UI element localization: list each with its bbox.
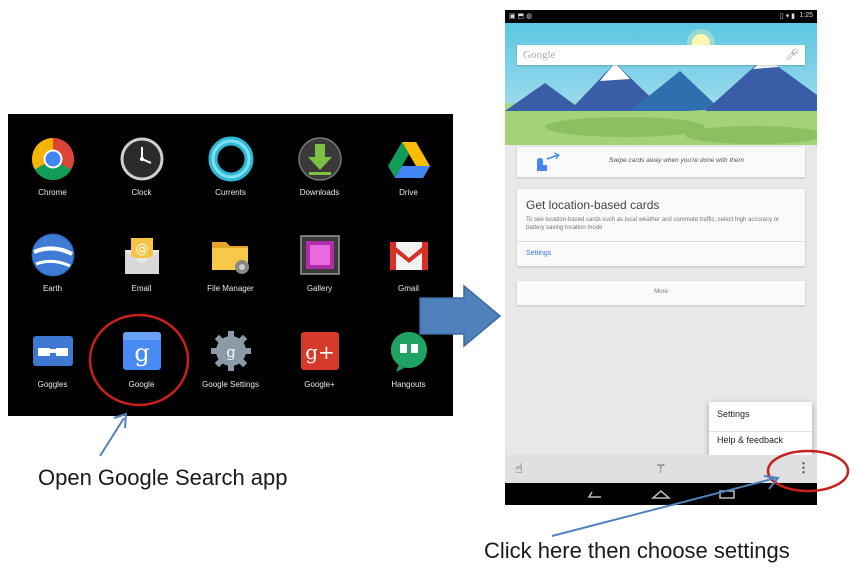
signal-battery-icon: ▯ ▾ ▮ [779, 13, 795, 20]
status-bar: ▣ ⬒ ◍ ▯ ▾ ▮ 1:25 [505, 10, 817, 23]
search-input[interactable]: Google 🎤︎ [517, 45, 805, 65]
caption-click-here: Click here then choose settings [484, 538, 790, 563]
app-label: Earth [42, 284, 63, 293]
chrome-icon [30, 136, 76, 182]
now-header-illustration [505, 23, 817, 145]
phone-screen: ▣ ⬒ ◍ ▯ ▾ ▮ 1:25 Google 🎤︎ Swipe cards a… [505, 10, 817, 505]
app-label: Currents [215, 188, 246, 197]
app-label: Gallery [306, 284, 333, 293]
app-label: Google Settings [202, 380, 259, 389]
app-label: Email [131, 284, 152, 293]
svg-text:g: g [226, 343, 236, 361]
more-button[interactable]: More [517, 281, 805, 305]
goggles-icon [30, 328, 76, 374]
pointer-arrow-to-overflow [551, 475, 780, 537]
app-drive[interactable]: Drive [364, 136, 453, 197]
app-earth[interactable]: Earth [8, 232, 97, 293]
app-email[interactable]: @ Email [97, 232, 186, 293]
app-clock[interactable]: Clock [97, 136, 186, 197]
card-divider [517, 241, 805, 242]
app-currents[interactable]: Currents [186, 136, 275, 197]
menu-divider [709, 431, 812, 432]
earth-icon [30, 232, 76, 278]
svg-text:g+: g+ [305, 340, 335, 364]
google-settings-icon: g [208, 328, 254, 374]
app-label: Google+ [304, 380, 335, 389]
app-chrome[interactable]: Chrome [8, 136, 97, 197]
app-gallery[interactable]: Gallery [275, 232, 364, 293]
swipe-hint-text: Swipe cards away when you're done with t… [609, 157, 744, 164]
currents-icon [208, 136, 254, 182]
pointer-arrow-up [99, 412, 128, 457]
app-downloads[interactable]: Downloads [275, 136, 364, 197]
app-label: Clock [131, 188, 152, 197]
gmail-icon [386, 232, 432, 278]
swipe-hand-icon [537, 152, 560, 171]
location-card-body: To see location-based cards such as loca… [526, 217, 780, 231]
status-time: 1:25 [799, 12, 813, 19]
mic-icon[interactable]: 🎤︎ [785, 48, 799, 61]
email-icon: @ [119, 232, 165, 278]
menu-item-help[interactable]: Help & feedback [717, 435, 783, 445]
app-label: Goggles [37, 380, 68, 389]
google-plus-icon: g+ [297, 328, 343, 374]
app-drawer: Chrome Clock Currents Downloads Drive Ea… [8, 114, 453, 416]
menu-item-settings[interactable]: Settings [717, 409, 750, 419]
location-card-title: Get location-based cards [526, 198, 660, 212]
location-settings-link[interactable]: Settings [526, 250, 551, 257]
reminder-hand-icon[interactable]: ☝︎ [515, 461, 523, 477]
app-google-settings[interactable]: g Google Settings [186, 328, 275, 389]
big-right-arrow [419, 284, 502, 348]
more-label: More [654, 289, 668, 295]
location-card[interactable]: Get location-based cards To see location… [517, 189, 805, 266]
svg-text:@: @ [135, 242, 148, 257]
app-goggles[interactable]: Goggles [8, 328, 97, 389]
downloads-icon [297, 136, 343, 182]
app-file-manager[interactable]: File Manager [186, 232, 275, 293]
app-google-plus[interactable]: g+ Google+ [275, 328, 364, 389]
search-placeholder: Google [523, 49, 556, 61]
app-label: Hangouts [391, 380, 426, 389]
clock-icon [119, 136, 165, 182]
app-label: File Manager [207, 284, 254, 293]
file-manager-icon [208, 232, 254, 278]
gallery-icon [297, 232, 343, 278]
notification-icons: ▣ ⬒ ◍ [509, 13, 533, 20]
drive-icon [386, 136, 432, 182]
caption-open-app: Open Google Search app [38, 465, 288, 490]
highlight-circle-google [88, 313, 190, 407]
swipe-hint-card[interactable]: Swipe cards away when you're done with t… [517, 147, 805, 177]
app-label: Drive [399, 188, 418, 197]
app-label: Chrome [38, 188, 67, 197]
app-label: Downloads [299, 188, 340, 197]
